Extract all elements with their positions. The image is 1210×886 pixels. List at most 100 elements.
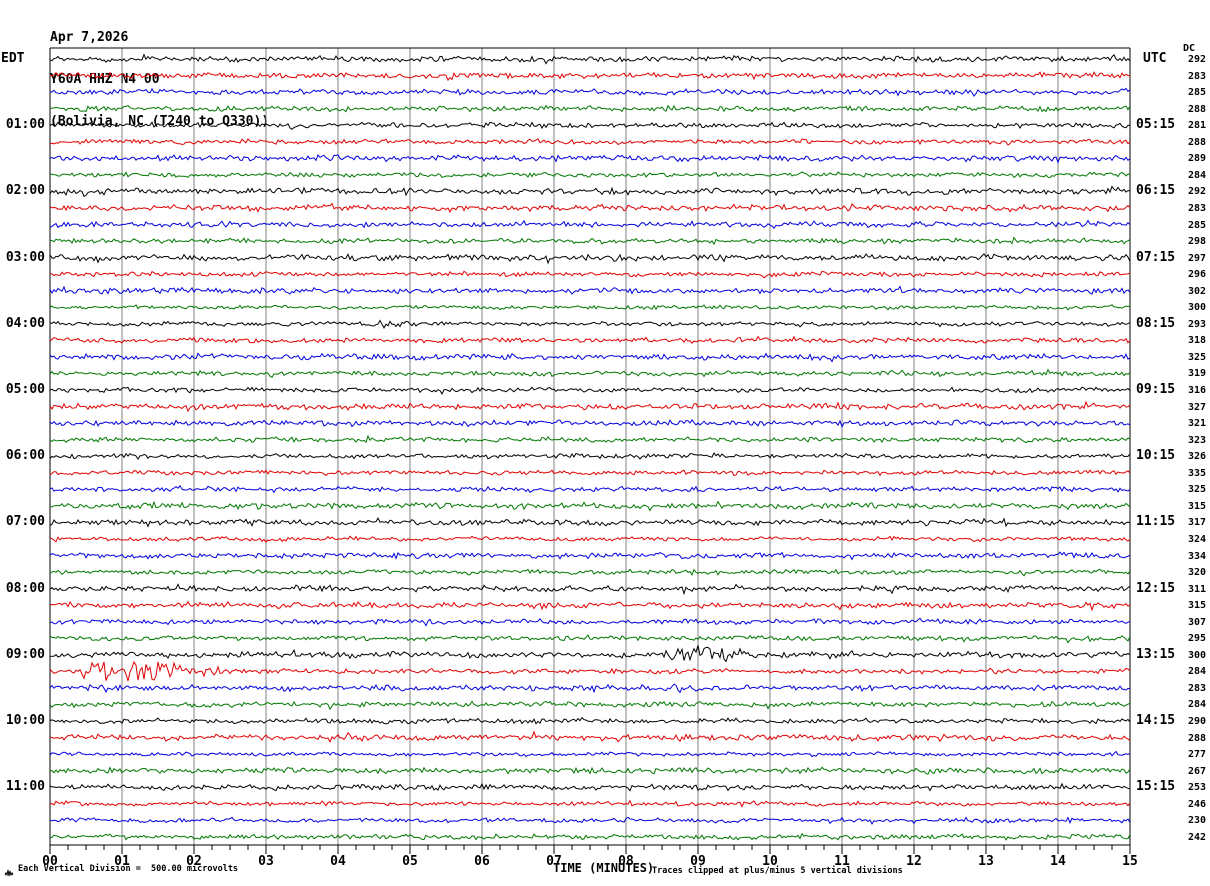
seismic-trace-row-38 — [49, 660, 1131, 682]
dc-offset-value: 288 — [1187, 732, 1206, 744]
seismic-trace-row-7 — [49, 154, 1131, 164]
dc-offset-value: 296 — [1187, 269, 1206, 281]
seismic-trace-row-46 — [49, 799, 1131, 808]
seismic-trace-row-44 — [49, 766, 1131, 775]
minute-label: 06 — [474, 854, 490, 869]
seismic-trace-row-47 — [49, 816, 1131, 825]
dc-offset-value: 319 — [1187, 368, 1206, 380]
utc-time-label: 05:15 — [1136, 117, 1176, 133]
dc-offset-value: 267 — [1187, 765, 1206, 777]
edt-time-label: 09:00 — [5, 646, 45, 662]
edt-time-label: 03:00 — [5, 249, 45, 265]
utc-time-label: 11:15 — [1136, 514, 1176, 530]
dc-offset-value: 284 — [1187, 699, 1206, 711]
seismic-trace-row-20 — [49, 368, 1131, 378]
dc-offset-value: 283 — [1187, 682, 1206, 694]
dc-offset-value: 325 — [1187, 484, 1206, 496]
dc-offset-value: 307 — [1187, 616, 1206, 628]
seismic-trace-row-48 — [50, 832, 1131, 841]
utc-time-label: 13:15 — [1136, 646, 1176, 662]
seismic-trace-row-10 — [49, 202, 1131, 213]
dc-offset-value: 334 — [1187, 550, 1206, 562]
seismic-trace-row-16 — [49, 304, 1131, 311]
dc-offset-value: 230 — [1187, 815, 1206, 827]
seismic-trace-row-17 — [49, 319, 1131, 329]
seismic-trace-row-40 — [49, 700, 1131, 711]
dc-offset-value: 326 — [1187, 451, 1206, 463]
seismic-trace-row-39 — [49, 683, 1131, 694]
seismic-trace-row-25 — [49, 452, 1131, 461]
dc-offset-value: 293 — [1187, 318, 1206, 330]
dc-offset-value: 253 — [1187, 782, 1206, 794]
seismic-trace-row-12 — [49, 236, 1131, 246]
edt-time-label: 06:00 — [5, 448, 45, 464]
seismic-trace-row-2 — [49, 71, 1131, 82]
seismic-trace-row-34 — [49, 600, 1131, 612]
helicorder-plot — [49, 47, 1131, 854]
minute-label: 03 — [258, 854, 274, 869]
seismic-trace-row-1 — [49, 53, 1131, 65]
dc-offset-value: 323 — [1187, 434, 1206, 446]
dc-offset-value: 315 — [1187, 600, 1206, 612]
seismic-trace-row-29 — [49, 517, 1131, 528]
edt-time-label: 04:00 — [5, 315, 45, 331]
dc-offset-value: 295 — [1187, 633, 1206, 645]
dc-offset-value: 327 — [1187, 401, 1206, 413]
dc-offset-value: 290 — [1187, 716, 1206, 727]
dc-offset-value: 288 — [1187, 103, 1206, 115]
seismic-trace-row-9 — [49, 185, 1131, 198]
minute-grid-lines — [121, 48, 1059, 845]
seismic-trace-row-35 — [49, 617, 1131, 627]
dc-offset-value: 285 — [1187, 87, 1206, 99]
dc-offset-value: 317 — [1187, 517, 1206, 529]
dc-offset-value: 292 — [1187, 54, 1206, 65]
seismic-trace-row-3 — [49, 87, 1131, 97]
dc-offset-value: 283 — [1187, 70, 1206, 82]
dc-offset-value: 277 — [1187, 749, 1206, 761]
scale-note: Each Vertical Division = 500.00 microvol… — [18, 864, 239, 874]
utc-time-label: 08:15 — [1136, 315, 1176, 331]
utc-time-label: 15:15 — [1136, 779, 1176, 795]
seismic-trace-row-33 — [49, 583, 1131, 596]
dc-offset-value: 318 — [1187, 335, 1206, 347]
scale-marker-icon — [4, 869, 14, 877]
seismic-trace-row-4 — [49, 104, 1131, 113]
dc-offset-value: 316 — [1187, 385, 1206, 396]
seismic-trace-row-8 — [49, 171, 1131, 179]
utc-time-label: 14:15 — [1136, 713, 1176, 728]
dc-offset-value: 302 — [1187, 285, 1206, 297]
seismic-trace-row-5 — [49, 121, 1131, 130]
seismic-trace-row-14 — [49, 270, 1131, 279]
minute-label: 13 — [978, 854, 994, 869]
dc-offset-value: 311 — [1187, 583, 1206, 595]
seismic-trace-row-11 — [49, 219, 1131, 230]
dc-offset-value: 320 — [1187, 567, 1206, 579]
time-axis-ticks — [49, 845, 1131, 854]
dc-offset-value: 315 — [1187, 500, 1206, 512]
seismic-trace-row-18 — [49, 335, 1131, 344]
edt-time-label: 07:00 — [5, 514, 45, 530]
minute-label: 14 — [1050, 854, 1066, 869]
seismic-trace-row-41 — [49, 716, 1131, 725]
seismic-trace-row-6 — [49, 138, 1131, 146]
seismic-trace-row-23 — [49, 418, 1131, 429]
utc-time-label: 07:15 — [1136, 249, 1176, 265]
edt-time-label: 10:00 — [5, 713, 45, 728]
seismic-trace-row-27 — [49, 484, 1131, 494]
edt-time-label: 08:00 — [5, 580, 45, 596]
dc-offset-value: 284 — [1187, 666, 1206, 678]
dc-offset-value: 242 — [1187, 831, 1206, 843]
utc-time-label: 10:15 — [1136, 448, 1176, 464]
dc-offset-value: 284 — [1187, 169, 1206, 181]
seismic-trace-row-36 — [49, 634, 1131, 644]
dc-offset-value: 298 — [1187, 236, 1206, 248]
dc-offset-value: 335 — [1187, 467, 1206, 479]
trace-rows — [49, 53, 1131, 841]
seismic-trace-row-24 — [49, 434, 1131, 444]
dc-offset-value: 297 — [1187, 252, 1206, 264]
helicorder-page: Apr 7,2026 Y60A HHZ N4 00 (Bolivia, NC (… — [0, 0, 1210, 886]
seismic-trace-row-15 — [49, 285, 1131, 295]
edt-time-label: 02:00 — [5, 183, 45, 199]
utc-time-label: 06:15 — [1136, 183, 1176, 199]
dc-offset-value: 321 — [1187, 418, 1206, 430]
